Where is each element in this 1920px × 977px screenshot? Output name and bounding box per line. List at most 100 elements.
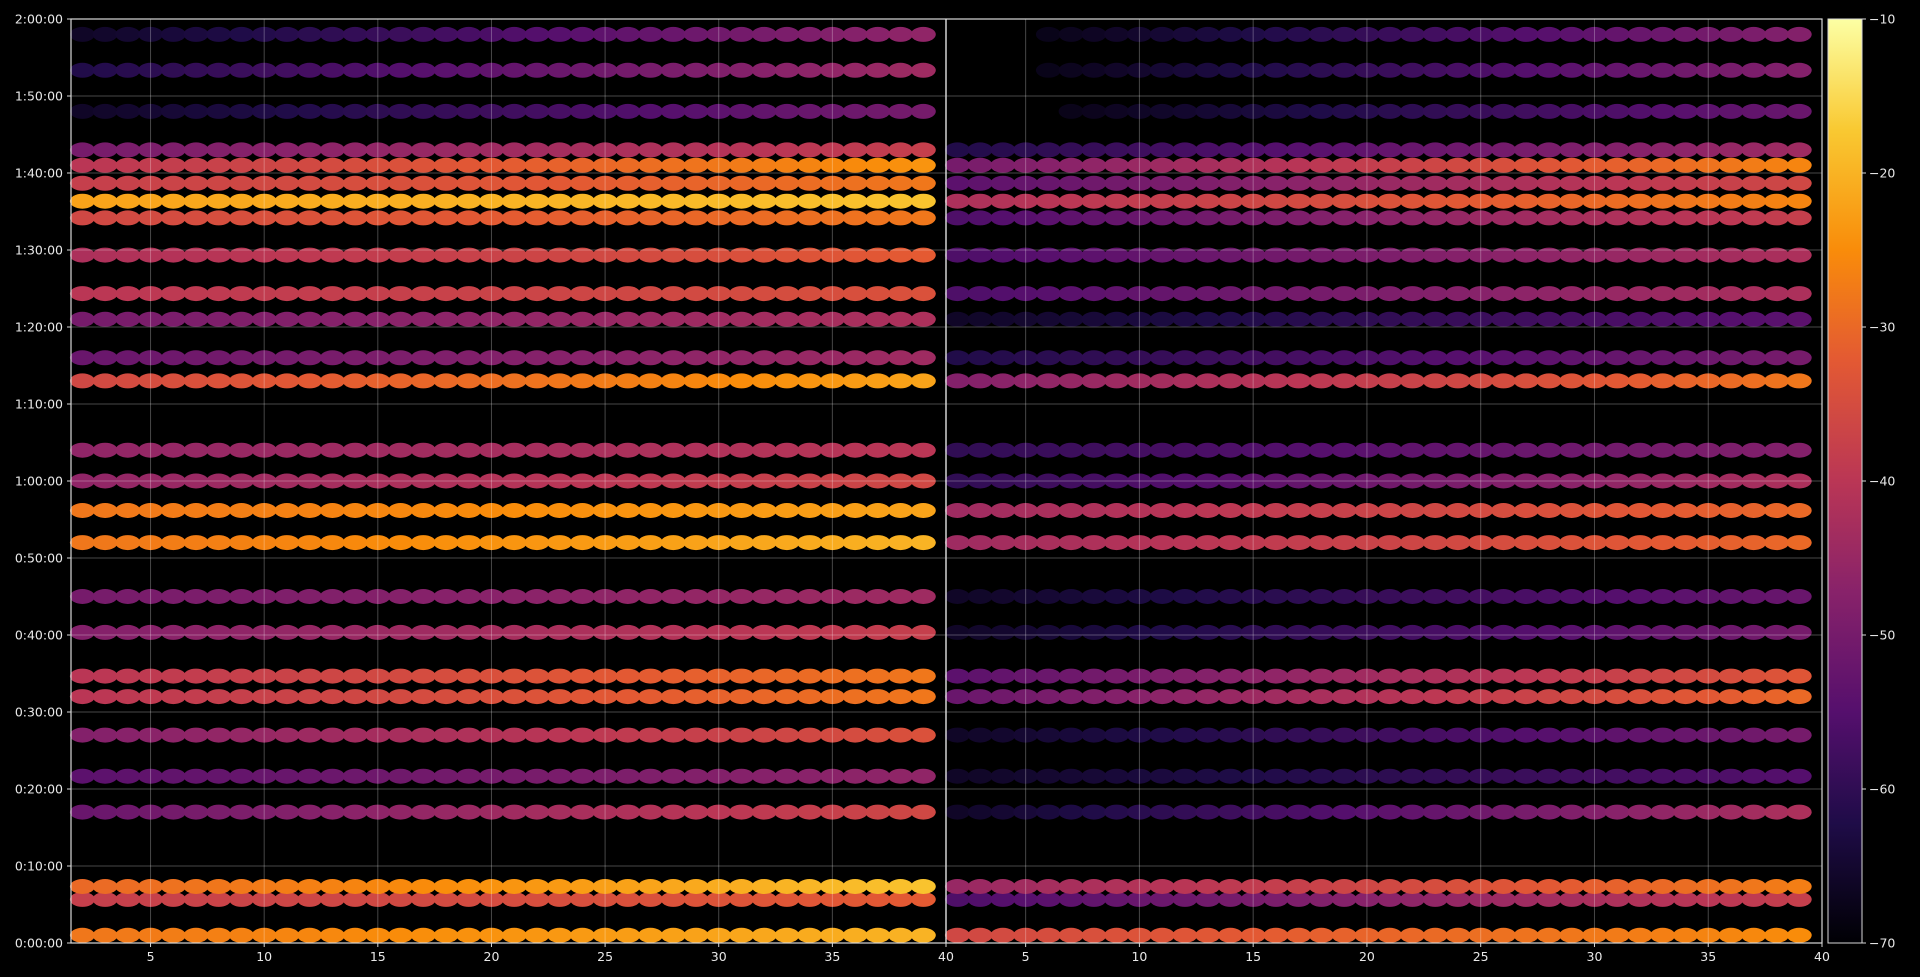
heatmap-cell [1058, 210, 1084, 226]
heatmap-cell [1286, 589, 1312, 604]
heatmap-cell [433, 286, 459, 302]
heatmap-cell [524, 442, 550, 458]
heatmap-cell [774, 624, 800, 640]
heatmap-cell [1650, 668, 1676, 684]
heatmap-cell [990, 210, 1016, 226]
heatmap-cell [1741, 62, 1767, 78]
heatmap-cell [297, 103, 323, 119]
heatmap-cell [1104, 210, 1130, 226]
heatmap-cell [1445, 668, 1471, 684]
heatmap-cell [319, 727, 345, 743]
heatmap-cell [944, 727, 970, 743]
heatmap-cell [1399, 535, 1425, 551]
heatmap-cell [229, 927, 254, 943]
heatmap-cell [1718, 503, 1744, 518]
heatmap-cell [501, 157, 527, 173]
heatmap-cell [92, 689, 118, 705]
heatmap-cell [638, 142, 663, 158]
heatmap-cell [990, 442, 1016, 458]
heatmap-cell [660, 589, 686, 604]
heatmap-cell [1513, 175, 1539, 191]
heatmap-cell [842, 891, 868, 907]
colorbar-tick-label: −30 [1869, 320, 1895, 335]
heatmap-cell [388, 768, 413, 784]
heatmap-cell [1286, 624, 1312, 640]
heatmap-cell [206, 103, 232, 119]
heatmap-cell [1104, 311, 1130, 327]
heatmap-cell [1513, 442, 1539, 458]
heatmap-cell [456, 286, 482, 302]
y-tick-label: 0:50:00 [15, 551, 63, 566]
heatmap-cell [206, 727, 232, 743]
heatmap-cell [1673, 142, 1698, 158]
heatmap-cell [433, 157, 459, 173]
heatmap-cell [456, 26, 482, 42]
x-tick-label: 35 [824, 949, 840, 964]
heatmap-cell [1172, 668, 1198, 684]
heatmap-cell [274, 668, 300, 684]
heatmap-cell [501, 373, 527, 389]
heatmap-cell [1331, 311, 1357, 327]
heatmap-cell [1718, 891, 1744, 907]
heatmap-cell [751, 210, 777, 226]
heatmap-cell [456, 589, 482, 604]
heatmap-cell [1536, 286, 1562, 302]
heatmap-cell [1513, 26, 1539, 42]
heatmap-cell [1217, 689, 1243, 705]
heatmap-cell [1172, 62, 1198, 78]
heatmap-cell [297, 589, 323, 604]
heatmap-cell [967, 350, 993, 366]
heatmap-cell [297, 311, 323, 327]
heatmap-cell [1263, 879, 1289, 894]
heatmap-cell [69, 175, 95, 191]
heatmap-cell [990, 286, 1016, 302]
heatmap-cell [1673, 891, 1698, 907]
heatmap-cell [660, 689, 686, 705]
heatmap-cell [297, 442, 323, 458]
heatmap-cell [1673, 175, 1698, 191]
x-tick-label: 25 [1473, 949, 1489, 964]
heatmap-cell [638, 768, 663, 784]
heatmap-cell [569, 879, 595, 894]
heatmap-cell [388, 286, 413, 302]
heatmap-cell [1035, 668, 1061, 684]
heatmap-cell [1172, 193, 1198, 209]
heatmap-cell [1399, 442, 1425, 458]
y-tick-label: 0:40:00 [15, 628, 63, 643]
heatmap-cell [206, 350, 232, 366]
heatmap-cell [410, 373, 436, 389]
heatmap-cell [842, 535, 868, 551]
heatmap-cell [115, 350, 141, 366]
heatmap-cell [456, 891, 482, 907]
heatmap-cell [1513, 157, 1539, 173]
heatmap-cell [1172, 503, 1198, 518]
heatmap-cell [842, 442, 868, 458]
heatmap-cell [1058, 286, 1084, 302]
heatmap-cell [990, 589, 1016, 604]
heatmap-cell [319, 768, 345, 784]
heatmap-cell [547, 62, 573, 78]
heatmap-cell [92, 879, 118, 894]
heatmap-cell [274, 142, 300, 158]
heatmap-cell [1718, 624, 1744, 640]
heatmap-cell [456, 103, 482, 119]
heatmap-cell [1308, 193, 1334, 209]
heatmap-cell [1627, 927, 1653, 943]
heatmap-cell [1195, 373, 1221, 389]
heatmap-cell [1377, 804, 1403, 820]
heatmap-cell [1650, 175, 1676, 191]
heatmap-cell [751, 804, 777, 820]
heatmap-cell [206, 535, 232, 551]
heatmap-cell [1263, 311, 1289, 327]
heatmap-cell [842, 157, 868, 173]
heatmap-cell [1513, 927, 1539, 943]
heatmap-cell [1331, 175, 1357, 191]
heatmap-cell [1217, 589, 1243, 604]
heatmap-cell [842, 373, 868, 389]
heatmap-cell [1650, 62, 1676, 78]
heatmap-cell [729, 210, 754, 226]
heatmap-cell [1172, 157, 1198, 173]
heatmap-cell [1673, 442, 1698, 458]
heatmap-cell [1331, 193, 1357, 209]
heatmap-cell [1172, 891, 1198, 907]
